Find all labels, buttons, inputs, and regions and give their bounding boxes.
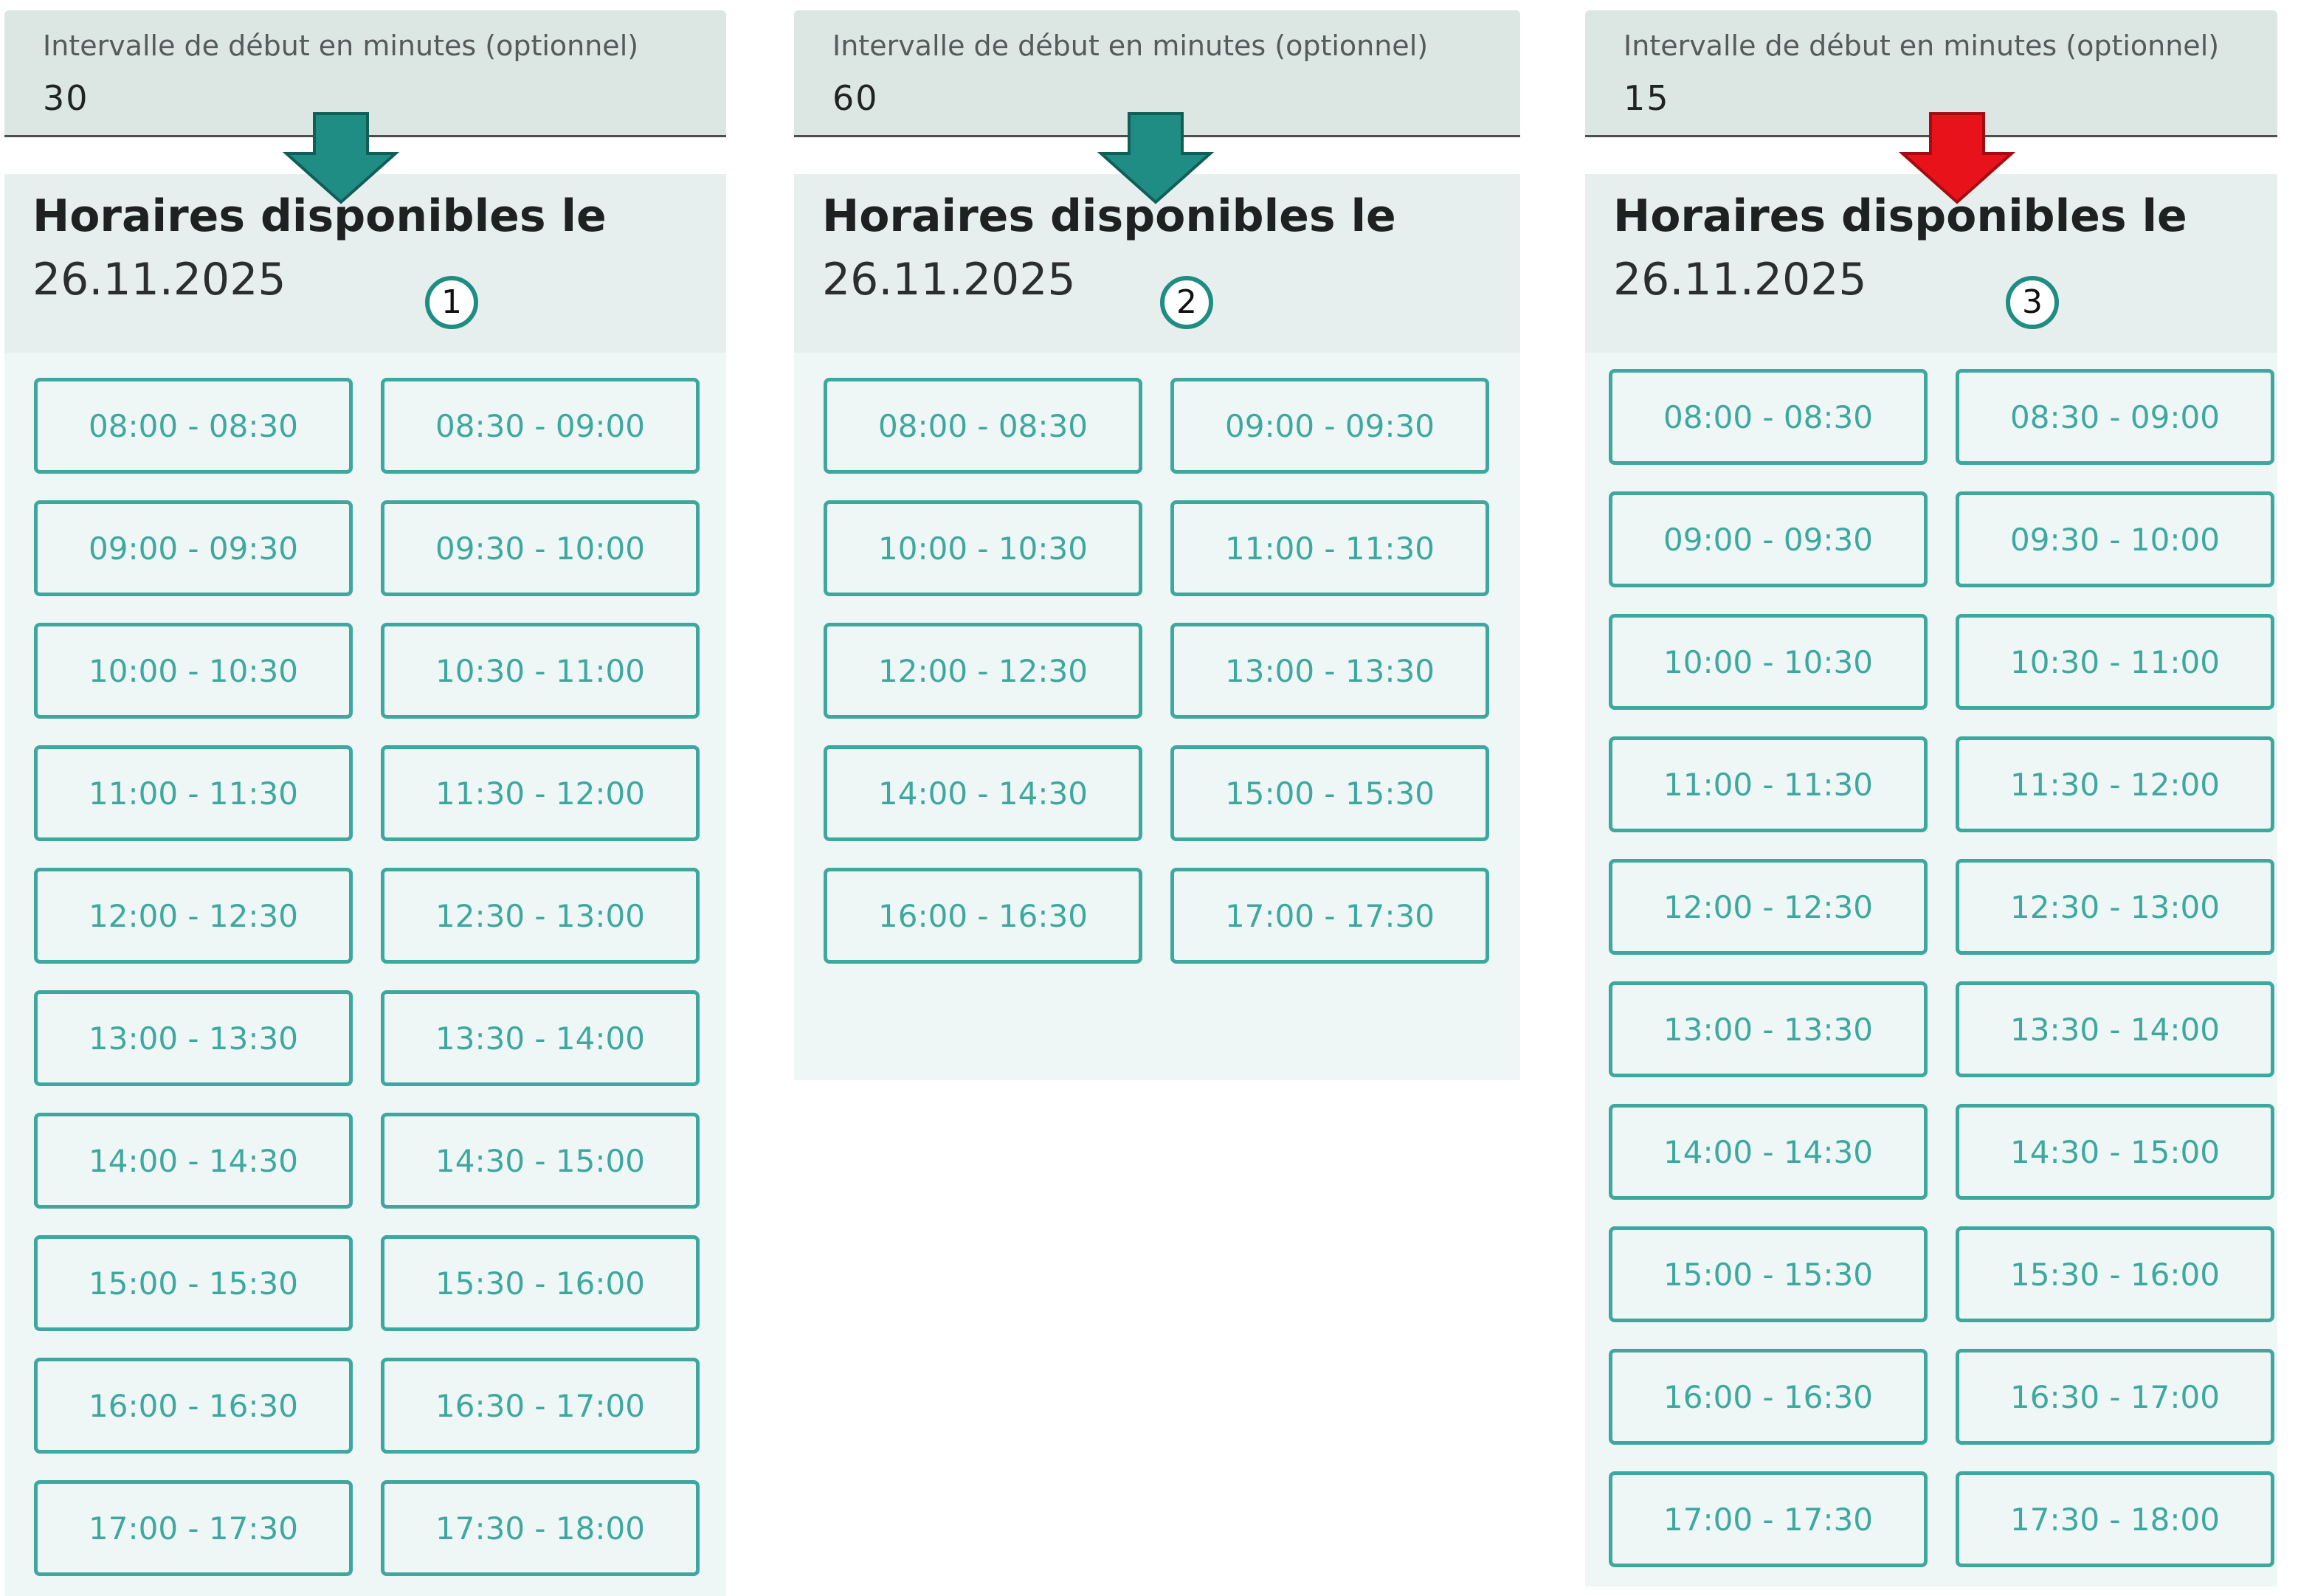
time-slot-button[interactable]: 11:30 - 12:00 (1956, 736, 2274, 832)
interval-label: Intervalle de début en minutes (optionne… (832, 30, 1429, 62)
time-slot-button[interactable]: 17:00 - 17:30 (34, 1480, 353, 1576)
time-slot-button[interactable]: 13:00 - 13:30 (1609, 981, 1928, 1077)
time-slot-button[interactable]: 11:00 - 11:30 (34, 745, 353, 841)
time-slot-button[interactable]: 08:30 - 09:00 (381, 378, 700, 474)
time-slot-button[interactable]: 09:00 - 09:30 (1609, 491, 1928, 587)
time-slot-button[interactable]: 13:00 - 13:30 (34, 990, 353, 1086)
time-slot-button[interactable]: 15:00 - 15:30 (34, 1235, 353, 1331)
time-slot-button[interactable]: 11:00 - 11:30 (1609, 736, 1928, 832)
time-slot-button[interactable]: 16:00 - 16:30 (1609, 1349, 1928, 1445)
card-date: 26.11.2025 (822, 254, 1076, 305)
time-slot-button[interactable]: 14:00 - 14:30 (1609, 1104, 1928, 1200)
time-slot-button[interactable]: 17:00 - 17:30 (1609, 1471, 1928, 1567)
step-badge: 3 (2006, 276, 2059, 329)
time-slot-button[interactable]: 13:30 - 14:00 (1956, 981, 2274, 1077)
time-slot-button[interactable]: 15:00 - 15:30 (1609, 1226, 1928, 1322)
time-slot-button[interactable]: 08:00 - 08:30 (824, 378, 1142, 474)
time-slot-button[interactable]: 12:00 - 12:30 (824, 623, 1142, 719)
available-slots-card: Horaires disponibles le 26.11.2025 1 08:… (4, 174, 726, 1596)
red-down-arrow-icon (1898, 112, 2016, 204)
step-badge: 2 (1160, 276, 1213, 329)
available-slots-card: Horaires disponibles le 26.11.2025 3 08:… (1585, 174, 2277, 1586)
time-slot-button[interactable]: 10:30 - 11:00 (381, 623, 700, 719)
interval-label: Intervalle de début en minutes (optionne… (43, 30, 639, 62)
time-slot-button[interactable]: 15:30 - 16:00 (1956, 1226, 2274, 1322)
green-down-arrow-icon (282, 112, 400, 204)
slots-grid: 08:00 - 08:30 09:00 - 09:30 10:00 - 10:30 1… (824, 378, 1498, 964)
slots-grid: 08:00 - 08:30 08:30 - 09:00 09:00 - 09:30 0… (1609, 369, 2274, 1567)
time-slot-button[interactable]: 11:30 - 12:00 (381, 745, 700, 841)
time-slot-button[interactable]: 16:30 - 17:00 (1956, 1349, 2274, 1445)
time-slot-button[interactable]: 12:00 - 12:30 (34, 868, 353, 964)
time-slot-button[interactable]: 10:00 - 10:30 (824, 500, 1142, 596)
interval-value[interactable]: 60 (832, 78, 879, 118)
time-slot-button[interactable]: 10:00 - 10:30 (34, 623, 353, 719)
time-slot-button[interactable]: 14:30 - 15:00 (1956, 1104, 2274, 1200)
green-down-arrow-icon (1097, 112, 1215, 204)
time-slot-button[interactable]: 09:30 - 10:00 (1956, 491, 2274, 587)
slots-grid: 08:00 - 08:30 08:30 - 09:00 09:00 - 09:30 0… (34, 378, 704, 1576)
time-slot-button[interactable]: 17:30 - 18:00 (1956, 1471, 2274, 1567)
available-slots-card: Horaires disponibles le 26.11.2025 2 08:… (794, 174, 1520, 1080)
time-slot-button[interactable]: 09:30 - 10:00 (381, 500, 700, 596)
time-slot-button[interactable]: 10:00 - 10:30 (1609, 614, 1928, 710)
step-badge: 1 (425, 276, 478, 329)
time-slot-button[interactable]: 14:00 - 14:30 (34, 1113, 353, 1209)
interval-value[interactable]: 30 (43, 78, 89, 118)
card-date: 26.11.2025 (1613, 254, 1867, 305)
card-date: 26.11.2025 (32, 254, 286, 305)
time-slot-button[interactable]: 13:00 - 13:30 (1170, 623, 1489, 719)
time-slot-button[interactable]: 15:30 - 16:00 (381, 1235, 700, 1331)
interval-label: Intervalle de début en minutes (optionne… (1624, 30, 2220, 62)
time-slot-button[interactable]: 09:00 - 09:30 (34, 500, 353, 596)
time-slot-button[interactable]: 15:00 - 15:30 (1170, 745, 1489, 841)
time-slot-button[interactable]: 08:30 - 09:00 (1956, 369, 2274, 465)
time-slot-button[interactable]: 14:30 - 15:00 (381, 1113, 700, 1209)
time-slot-button[interactable]: 11:00 - 11:30 (1170, 500, 1489, 596)
time-slot-button[interactable]: 17:30 - 18:00 (381, 1480, 700, 1576)
time-slot-button[interactable]: 16:00 - 16:30 (34, 1358, 353, 1454)
time-slot-button[interactable]: 09:00 - 09:30 (1170, 378, 1489, 474)
time-slot-button[interactable]: 08:00 - 08:30 (1609, 369, 1928, 465)
time-slot-button[interactable]: 17:00 - 17:30 (1170, 868, 1489, 964)
time-slot-button[interactable]: 13:30 - 14:00 (381, 990, 700, 1086)
time-slot-button[interactable]: 10:30 - 11:00 (1956, 614, 2274, 710)
time-slot-button[interactable]: 16:30 - 17:00 (381, 1358, 700, 1454)
interval-value[interactable]: 15 (1624, 78, 1670, 118)
time-slot-button[interactable]: 12:30 - 13:00 (381, 868, 700, 964)
time-slot-button[interactable]: 16:00 - 16:30 (824, 868, 1142, 964)
time-slot-button[interactable]: 14:00 - 14:30 (824, 745, 1142, 841)
time-slot-button[interactable]: 12:30 - 13:00 (1956, 859, 2274, 955)
time-slot-button[interactable]: 12:00 - 12:30 (1609, 859, 1928, 955)
time-slot-button[interactable]: 08:00 - 08:30 (34, 378, 353, 474)
